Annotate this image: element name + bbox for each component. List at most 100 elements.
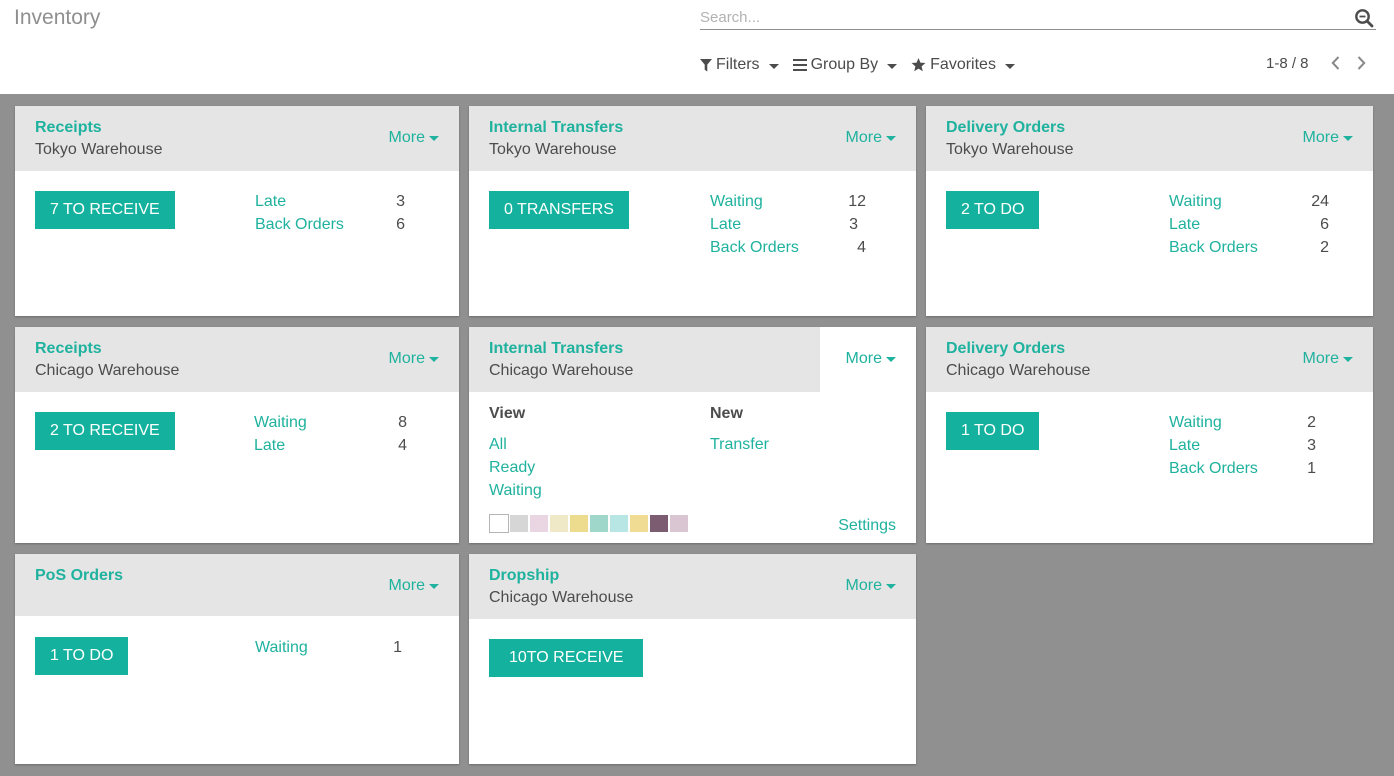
caret-down-icon [887, 63, 898, 69]
card-stats: Waiting 1 [255, 638, 402, 661]
stat-row: Back Orders 1 [1169, 459, 1316, 482]
stat-count[interactable]: 6 [396, 216, 405, 234]
caret-down-icon [1343, 136, 1353, 141]
color-swatch[interactable] [529, 514, 549, 533]
caret-down-icon [886, 584, 896, 589]
more-dropdown[interactable]: More [1303, 350, 1353, 368]
stat-label[interactable]: Back Orders [1169, 460, 1258, 478]
color-swatch[interactable] [569, 514, 589, 533]
color-swatch[interactable] [649, 514, 669, 533]
kanban-card-delivery-tokyo: Delivery Orders Tokyo Warehouse More 2 T… [926, 106, 1373, 316]
more-label: More [845, 129, 882, 146]
more-dropdown[interactable]: More [1303, 129, 1353, 147]
color-swatch[interactable] [509, 514, 529, 533]
stat-count[interactable]: 2 [1307, 414, 1316, 432]
to-receive-button[interactable]: 10To Receive [489, 639, 644, 677]
pager-previous-button[interactable] [1323, 52, 1349, 74]
color-swatch[interactable] [609, 514, 629, 533]
stat-label[interactable]: Late [254, 437, 285, 455]
stat-label[interactable]: Waiting [254, 414, 307, 432]
to-do-button[interactable]: 2 To Do [946, 191, 1040, 229]
color-swatch[interactable] [489, 514, 509, 533]
dropdown-view-title: View [489, 405, 526, 422]
group-by-dropdown[interactable]: Group By [792, 56, 898, 74]
dropdown-settings-link[interactable]: Settings [838, 517, 896, 535]
card-title[interactable]: Internal Transfers [489, 340, 623, 358]
stat-label[interactable]: Back Orders [255, 216, 344, 234]
pager-next-button[interactable] [1349, 52, 1375, 74]
stat-count[interactable]: 4 [857, 239, 866, 257]
color-swatch[interactable] [549, 514, 569, 533]
card-title[interactable]: Delivery Orders [946, 119, 1065, 137]
stat-count[interactable]: 24 [1311, 193, 1329, 211]
to-do-button[interactable]: 1 To Do [35, 637, 129, 675]
stat-label[interactable]: Back Orders [710, 239, 799, 257]
color-swatch[interactable] [669, 514, 689, 533]
stat-label[interactable]: Waiting [710, 193, 763, 211]
card-title[interactable]: PoS Orders [35, 567, 123, 585]
stat-label[interactable]: Late [710, 216, 741, 234]
more-dropdown[interactable]: More [846, 129, 896, 147]
more-label: More [1302, 129, 1339, 146]
star-icon [911, 58, 926, 72]
card-subtitle: Tokyo Warehouse [489, 141, 617, 158]
caret-down-icon [1004, 63, 1015, 69]
caret-down-icon [429, 357, 439, 362]
pager-value[interactable]: 1-8 / 8 [1266, 55, 1309, 72]
stat-count[interactable]: 12 [848, 193, 866, 211]
stat-count[interactable]: 2 [1320, 239, 1329, 257]
dropdown-view-ready[interactable]: Ready [489, 459, 535, 477]
more-dropdown[interactable]: More [389, 129, 439, 147]
stat-count[interactable]: 4 [398, 437, 407, 455]
kanban-card-pos-orders: PoS Orders More 1 To Do Waiting 1 [15, 554, 459, 764]
more-label: More [845, 577, 882, 594]
dropdown-view-all[interactable]: All [489, 436, 507, 454]
stat-label[interactable]: Late [1169, 216, 1200, 234]
dropdown-view-waiting[interactable]: Waiting [489, 482, 542, 500]
favorites-dropdown[interactable]: Favorites [911, 56, 1015, 74]
stat-count[interactable]: 6 [1320, 216, 1329, 234]
card-stats: Waiting 8 Late 4 [254, 413, 407, 459]
more-dropdown[interactable]: More [846, 350, 896, 368]
stat-row: Back Orders 2 [1169, 238, 1329, 261]
stat-count[interactable]: 1 [393, 639, 402, 657]
stat-count[interactable]: 3 [1307, 437, 1316, 455]
to-receive-button[interactable]: 7 To Receive [35, 191, 175, 229]
more-dropdown[interactable]: More [846, 577, 896, 595]
stat-label[interactable]: Waiting [255, 639, 308, 657]
stat-label[interactable]: Late [1169, 437, 1200, 455]
dropdown-new-transfer[interactable]: Transfer [710, 436, 769, 454]
card-title[interactable]: Receipts [35, 119, 102, 137]
to-do-button[interactable]: 1 To Do [946, 412, 1040, 450]
stat-count[interactable]: 3 [396, 193, 405, 211]
stat-label[interactable]: Late [255, 193, 286, 211]
stat-count[interactable]: 8 [398, 414, 407, 432]
card-title[interactable]: Internal Transfers [489, 119, 623, 137]
pager: 1-8 / 8 [1266, 52, 1375, 74]
color-swatch[interactable] [589, 514, 609, 533]
stat-row: Waiting 2 [1169, 413, 1316, 436]
card-title[interactable]: Dropship [489, 567, 559, 585]
transfers-button[interactable]: 0 Transfers [489, 191, 629, 229]
stat-row: Late 3 [1169, 436, 1316, 459]
stat-label[interactable]: Back Orders [1169, 239, 1258, 257]
more-dropdown[interactable]: More [389, 577, 439, 595]
card-title[interactable]: Receipts [35, 340, 102, 358]
caret-down-icon [429, 584, 439, 589]
stat-label[interactable]: Waiting [1169, 193, 1222, 211]
stat-count[interactable]: 3 [849, 216, 858, 234]
caret-down-icon [886, 357, 896, 362]
search-icon[interactable] [1354, 8, 1374, 28]
stat-count[interactable]: 1 [1307, 460, 1316, 478]
filters-dropdown[interactable]: Filters [700, 56, 779, 74]
card-stats: Waiting 24 Late 6 Back Orders 2 [1169, 192, 1329, 261]
search-input[interactable] [700, 6, 1340, 28]
card-subtitle: Chicago Warehouse [489, 589, 634, 606]
stat-label[interactable]: Waiting [1169, 414, 1222, 432]
to-receive-button[interactable]: 2 To Receive [35, 412, 175, 450]
color-swatch[interactable] [629, 514, 649, 533]
card-title[interactable]: Delivery Orders [946, 340, 1065, 358]
more-label: More [845, 350, 882, 367]
more-dropdown[interactable]: More [389, 350, 439, 368]
list-icon [792, 59, 807, 71]
